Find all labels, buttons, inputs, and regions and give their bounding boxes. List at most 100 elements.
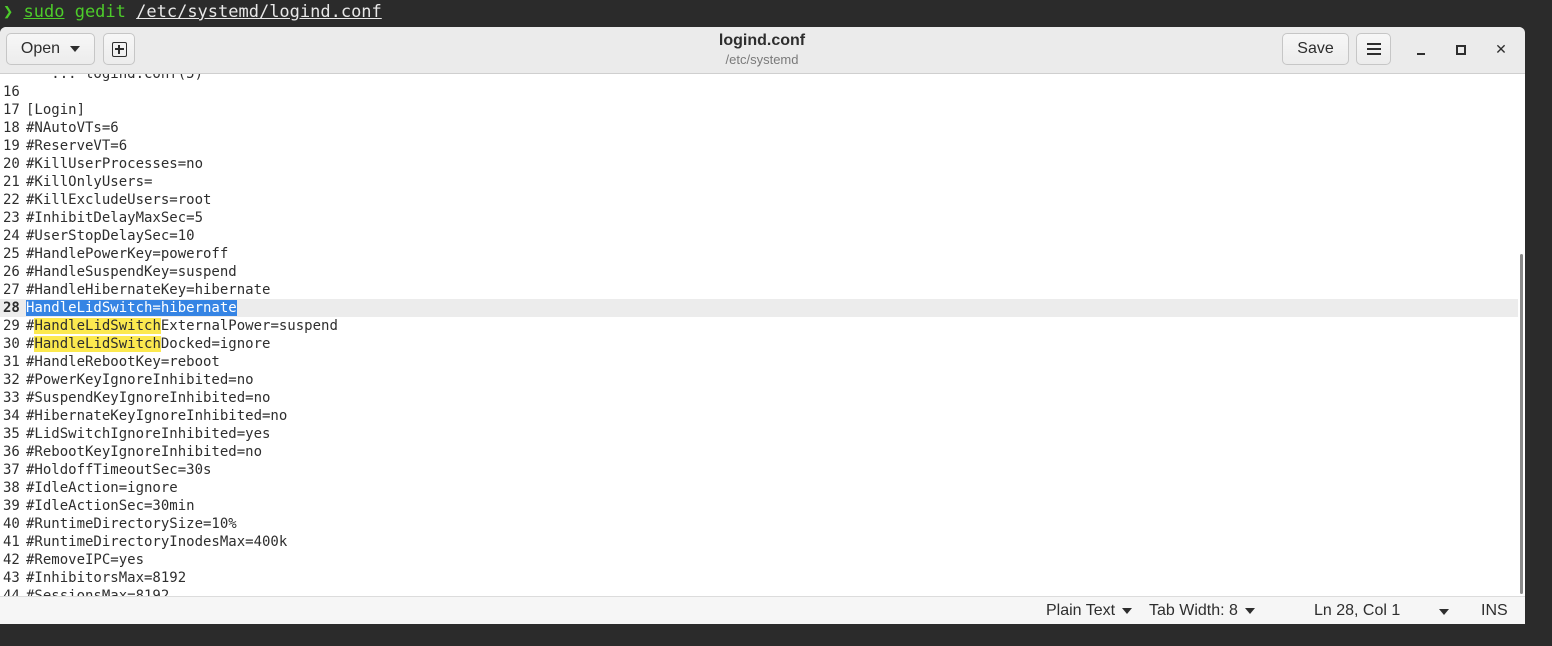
editor-line[interactable]: 40 #RuntimeDirectorySize=10% <box>0 515 1518 533</box>
terminal-command-line: ❯ sudo gedit /etc/systemd/logind.conf <box>0 0 1552 27</box>
vertical-scrollbar[interactable] <box>1518 74 1525 596</box>
line-text: #RebootKeyIgnoreInhibited=no <box>26 444 263 460</box>
line-number: 29 <box>3 318 20 334</box>
line-number: 23 <box>3 210 20 226</box>
window-subtitle: /etc/systemd <box>725 52 799 67</box>
editor-line[interactable]: 30 #HandleLidSwitchDocked=ignore <box>0 335 1518 353</box>
chevron-down-icon <box>1244 608 1255 614</box>
terminal-program: gedit <box>74 2 126 22</box>
line-number: 32 <box>3 372 20 388</box>
menu-button[interactable] <box>1356 33 1391 65</box>
chevron-down-icon <box>70 46 81 52</box>
line-text: #KillExcludeUsers=root <box>26 192 212 208</box>
editor-line[interactable]: 38 #IdleAction=ignore <box>0 479 1518 497</box>
line-number: 37 <box>3 462 20 478</box>
close-button[interactable]: ✕ <box>1488 37 1514 63</box>
line-text: #IdleActionSec=30min <box>26 498 195 514</box>
line-text: #LidSwitchIgnoreInhibited=yes <box>26 426 271 442</box>
text-editor[interactable]: ... logind.conf(5) 16 17 [Login] 18 #NAutoVT… <box>0 74 1525 596</box>
scrollbar-thumb[interactable] <box>1520 254 1523 594</box>
line-text: #HoldoffTimeoutSec=30s <box>26 462 212 478</box>
search-match-highlight: HandleLidSwitch <box>34 336 161 352</box>
editor-line[interactable]: 19 #ReserveVT=6 <box>0 137 1518 155</box>
editor-line[interactable]: 28 HandleLidSwitch=hibernate <box>0 299 1518 317</box>
editor-line[interactable]: 36 #RebootKeyIgnoreInhibited=no <box>0 443 1518 461</box>
cursor-position-label: Ln 28, Col 1 <box>1314 602 1401 619</box>
save-button[interactable]: Save <box>1282 33 1349 65</box>
editor-line[interactable]: 21 #KillOnlyUsers= <box>0 173 1518 191</box>
gedit-window: Open logind.conf /etc/systemd Save ✕ ...… <box>0 27 1525 624</box>
editor-line[interactable]: 32 #PowerKeyIgnoreInhibited=no <box>0 371 1518 389</box>
hamburger-icon <box>1366 43 1381 55</box>
editor-line[interactable]: 39 #IdleActionSec=30min <box>0 497 1518 515</box>
line-number: 26 <box>3 264 20 280</box>
editor-line[interactable]: 33 #SuspendKeyIgnoreInhibited=no <box>0 389 1518 407</box>
line-text: #SessionsMax=8192 <box>26 588 170 596</box>
language-selector[interactable]: Plain Text <box>1046 601 1133 621</box>
line-text: #HandleLidSwitchDocked=ignore <box>25 336 270 352</box>
line-number: 22 <box>3 192 20 208</box>
line-number: 19 <box>3 138 20 154</box>
editor-line[interactable]: 41 #RuntimeDirectoryInodesMax=400k <box>0 533 1518 551</box>
line-text: #HandleLidSwitchExternalPower=suspend <box>25 318 338 334</box>
editor-line[interactable]: 37 #HoldoffTimeoutSec=30s <box>0 461 1518 479</box>
open-button-label: Open <box>20 40 61 57</box>
line-text: #NAutoVTs=6 <box>26 120 119 136</box>
line-number: 41 <box>3 534 20 550</box>
minimize-icon <box>1417 53 1425 55</box>
editor-line[interactable]: 44 #SessionsMax=8192 <box>0 587 1518 596</box>
line-number: 27 <box>3 282 20 298</box>
editor-line[interactable]: 43 #InhibitorsMax=8192 <box>0 569 1518 587</box>
new-tab-icon <box>111 41 127 57</box>
line-text: #PowerKeyIgnoreInhibited=no <box>26 372 254 388</box>
chevron-down-icon <box>1122 608 1133 614</box>
line-number: 39 <box>3 498 20 514</box>
editor-line[interactable]: 29 #HandleLidSwitchExternalPower=suspend <box>0 317 1518 335</box>
editor-line[interactable]: 17 [Login] <box>0 101 1518 119</box>
insert-mode-label: INS <box>1481 602 1508 619</box>
line-number: 35 <box>3 426 20 442</box>
language-label: Plain Text <box>1046 602 1116 619</box>
line-number: 33 <box>3 390 20 406</box>
search-match-highlight: HandleLidSwitch <box>34 318 161 334</box>
line-text: #SuspendKeyIgnoreInhibited=no <box>26 390 271 406</box>
minimize-button[interactable] <box>1408 37 1434 63</box>
line-number: 38 <box>3 480 20 496</box>
editor-line[interactable]: 18 #NAutoVTs=6 <box>0 119 1518 137</box>
line-number: 34 <box>3 408 20 424</box>
line-number: 21 <box>3 174 20 190</box>
line-text: #HandleHibernateKey=hibernate <box>26 282 271 298</box>
open-button[interactable]: Open <box>6 33 95 65</box>
line-number: 44 <box>3 588 20 596</box>
maximize-icon <box>1456 45 1466 55</box>
line-number: 18 <box>3 120 20 136</box>
editor-line[interactable]: 22 #KillExcludeUsers=root <box>0 191 1518 209</box>
editor-line[interactable]: 35 #LidSwitchIgnoreInhibited=yes <box>0 425 1518 443</box>
line-number: 20 <box>3 156 20 172</box>
line-text <box>25 84 26 100</box>
chevron-down-icon[interactable] <box>1439 609 1449 615</box>
line-text: #HandlePowerKey=poweroff <box>26 246 229 262</box>
editor-line[interactable]: 24 #UserStopDelaySec=10 <box>0 227 1518 245</box>
new-document-button[interactable] <box>103 33 135 65</box>
line-text: #HibernateKeyIgnoreInhibited=no <box>26 408 288 424</box>
tab-width-selector[interactable]: Tab Width: 8 <box>1149 601 1255 621</box>
insert-mode-indicator: INS <box>1481 601 1508 621</box>
editor-line[interactable]: 20 #KillUserProcesses=no <box>0 155 1518 173</box>
maximize-button[interactable] <box>1448 37 1474 63</box>
editor-line[interactable]: 26 #HandleSuspendKey=suspend <box>0 263 1518 281</box>
editor-line[interactable]: 34 #HibernateKeyIgnoreInhibited=no <box>0 407 1518 425</box>
editor-line[interactable]: 42 #RemoveIPC=yes <box>0 551 1518 569</box>
line-text-suffix: ExternalPower=suspend <box>160 318 338 334</box>
editor-line[interactable]: 25 #HandlePowerKey=poweroff <box>0 245 1518 263</box>
line-text: #RuntimeDirectoryInodesMax=400k <box>26 534 288 550</box>
line-text: #HandleRebootKey=reboot <box>26 354 220 370</box>
editor-line[interactable]: 27 #HandleHibernateKey=hibernate <box>0 281 1518 299</box>
cursor-position[interactable]: Ln 28, Col 1 <box>1314 601 1400 621</box>
editor-line[interactable]: 16 <box>0 83 1518 101</box>
line-number: 16 <box>3 84 20 100</box>
editor-line[interactable]: 23 #InhibitDelayMaxSec=5 <box>0 209 1518 227</box>
editor-line[interactable]: 31 #HandleRebootKey=reboot <box>0 353 1518 371</box>
selected-text: HandleLidSwitch=hibernate <box>26 300 237 316</box>
line-number: 43 <box>3 570 20 586</box>
